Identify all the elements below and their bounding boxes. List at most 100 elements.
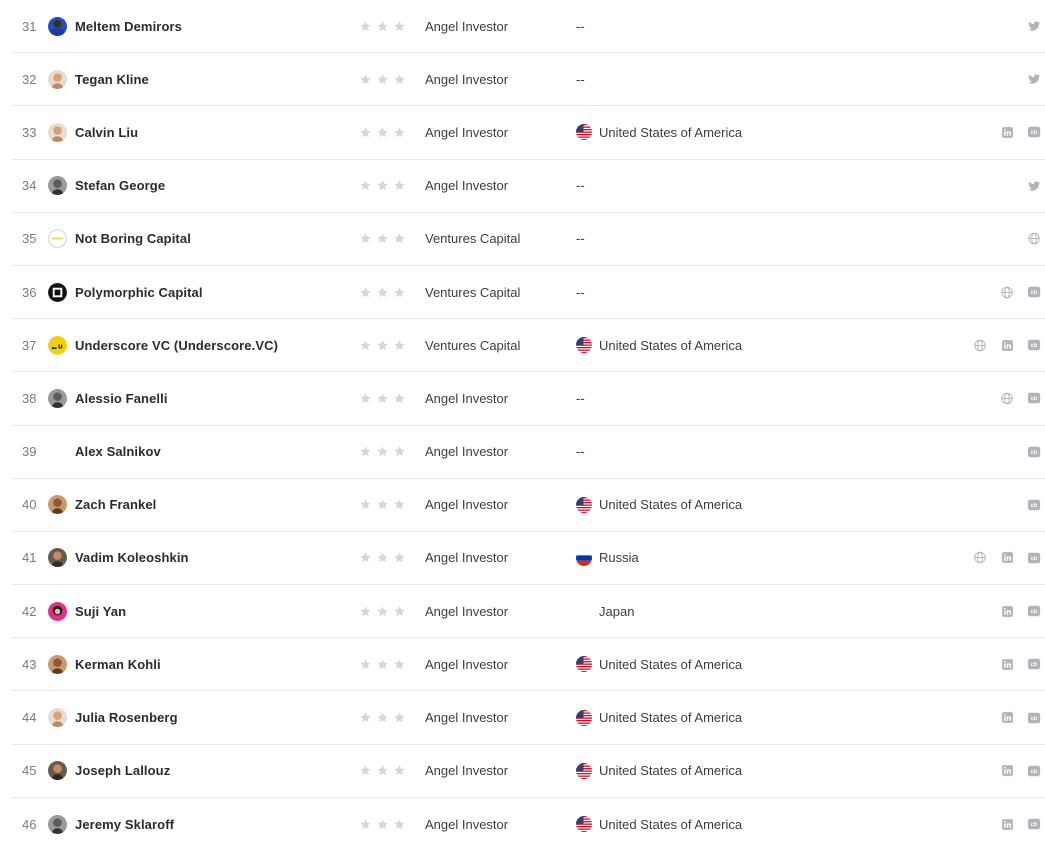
star-icon[interactable] bbox=[359, 392, 372, 405]
crunchbase-icon[interactable]: cb bbox=[1027, 445, 1041, 459]
star-icon[interactable] bbox=[393, 711, 406, 724]
linkedin-icon[interactable] bbox=[1000, 604, 1014, 618]
table-row[interactable]: 42 Suji Yan Angel Investor Japan cb bbox=[12, 585, 1045, 639]
star-rating[interactable] bbox=[359, 479, 406, 531]
star-icon[interactable] bbox=[376, 764, 389, 777]
star-rating[interactable] bbox=[359, 532, 406, 584]
star-icon[interactable] bbox=[359, 126, 372, 139]
website-icon[interactable] bbox=[1000, 391, 1014, 405]
star-icon[interactable] bbox=[393, 392, 406, 405]
star-rating[interactable] bbox=[359, 53, 406, 105]
star-icon[interactable] bbox=[393, 232, 406, 245]
star-rating[interactable] bbox=[359, 160, 406, 212]
star-icon[interactable] bbox=[376, 126, 389, 139]
star-icon[interactable] bbox=[393, 818, 406, 831]
star-icon[interactable] bbox=[359, 498, 372, 511]
crunchbase-icon[interactable]: cb bbox=[1027, 498, 1041, 512]
star-icon[interactable] bbox=[376, 339, 389, 352]
star-icon[interactable] bbox=[393, 445, 406, 458]
star-icon[interactable] bbox=[359, 818, 372, 831]
table-row[interactable]: 32 Tegan Kline Angel Investor -- bbox=[12, 53, 1045, 107]
twitter-icon[interactable] bbox=[1027, 19, 1041, 33]
star-rating[interactable] bbox=[359, 798, 406, 851]
star-icon[interactable] bbox=[376, 73, 389, 86]
star-rating[interactable] bbox=[359, 426, 406, 478]
website-icon[interactable] bbox=[973, 338, 987, 352]
crunchbase-icon[interactable]: cb bbox=[1027, 711, 1041, 725]
linkedin-icon[interactable] bbox=[1000, 711, 1014, 725]
linkedin-icon[interactable] bbox=[1000, 817, 1014, 831]
star-rating[interactable] bbox=[359, 213, 406, 265]
crunchbase-icon[interactable]: cb bbox=[1027, 604, 1041, 618]
star-rating[interactable] bbox=[359, 745, 406, 797]
star-icon[interactable] bbox=[393, 339, 406, 352]
table-row[interactable]: 37 u Underscore VC (Underscore.VC) Ventures… bbox=[12, 319, 1045, 373]
investor-name-link[interactable]: Stefan George bbox=[75, 160, 165, 212]
star-icon[interactable] bbox=[393, 605, 406, 618]
star-icon[interactable] bbox=[359, 658, 372, 671]
investor-name-link[interactable]: Julia Rosenberg bbox=[75, 691, 178, 743]
crunchbase-icon[interactable]: cb bbox=[1027, 285, 1041, 299]
star-icon[interactable] bbox=[393, 286, 406, 299]
star-icon[interactable] bbox=[359, 551, 372, 564]
star-icon[interactable] bbox=[393, 126, 406, 139]
investor-name-link[interactable]: Calvin Liu bbox=[75, 106, 138, 158]
star-icon[interactable] bbox=[393, 551, 406, 564]
website-icon[interactable] bbox=[1000, 285, 1014, 299]
star-rating[interactable] bbox=[359, 0, 406, 52]
twitter-icon[interactable] bbox=[1027, 72, 1041, 86]
star-icon[interactable] bbox=[376, 711, 389, 724]
table-row[interactable]: 34 Stefan George Angel Investor -- bbox=[12, 160, 1045, 213]
crunchbase-icon[interactable]: cb bbox=[1027, 338, 1041, 352]
star-icon[interactable] bbox=[359, 20, 372, 33]
table-row[interactable]: 46 Jeremy Sklaroff Angel Investor United St… bbox=[12, 798, 1045, 851]
crunchbase-icon[interactable]: cb bbox=[1027, 551, 1041, 565]
crunchbase-icon[interactable]: cb bbox=[1027, 125, 1041, 139]
investor-name-link[interactable]: Joseph Lallouz bbox=[75, 745, 170, 797]
table-row[interactable]: 43 Kerman Kohli Angel Investor United State… bbox=[12, 638, 1045, 692]
star-icon[interactable] bbox=[359, 445, 372, 458]
star-rating[interactable] bbox=[359, 372, 406, 424]
investor-name-link[interactable]: Jeremy Sklaroff bbox=[75, 798, 174, 851]
star-icon[interactable] bbox=[376, 20, 389, 33]
star-icon[interactable] bbox=[359, 764, 372, 777]
star-icon[interactable] bbox=[376, 179, 389, 192]
star-icon[interactable] bbox=[393, 73, 406, 86]
website-icon[interactable] bbox=[973, 551, 987, 565]
investor-name-link[interactable]: Tegan Kline bbox=[75, 53, 149, 105]
table-row[interactable]: 45 Joseph Lallouz Angel Investor United Sta… bbox=[12, 745, 1045, 798]
star-icon[interactable] bbox=[359, 73, 372, 86]
star-icon[interactable] bbox=[376, 658, 389, 671]
table-row[interactable]: 41 Vadim Koleoshkin Angel Investor Russia cb bbox=[12, 532, 1045, 586]
crunchbase-icon[interactable]: cb bbox=[1027, 764, 1041, 778]
table-row[interactable]: 36 Polymorphic Capital Ventures Capital -- c… bbox=[12, 266, 1045, 320]
star-icon[interactable] bbox=[359, 232, 372, 245]
star-icon[interactable] bbox=[376, 392, 389, 405]
investor-name-link[interactable]: Not Boring Capital bbox=[75, 213, 191, 265]
investor-name-link[interactable]: Zach Frankel bbox=[75, 479, 156, 531]
table-row[interactable]: 38 Alessio Fanelli Angel Investor -- cb bbox=[12, 372, 1045, 426]
crunchbase-icon[interactable]: cb bbox=[1027, 657, 1041, 671]
investor-name-link[interactable]: Alessio Fanelli bbox=[75, 372, 168, 424]
star-icon[interactable] bbox=[376, 498, 389, 511]
star-icon[interactable] bbox=[393, 498, 406, 511]
star-rating[interactable] bbox=[359, 319, 406, 371]
star-icon[interactable] bbox=[393, 658, 406, 671]
linkedin-icon[interactable] bbox=[1000, 764, 1014, 778]
star-icon[interactable] bbox=[359, 179, 372, 192]
star-icon[interactable] bbox=[376, 551, 389, 564]
table-row[interactable]: 39 Alex Salnikov Angel Investor -- cb bbox=[12, 426, 1045, 479]
star-rating[interactable] bbox=[359, 266, 406, 318]
investor-name-link[interactable]: Underscore VC (Underscore.VC) bbox=[75, 319, 278, 371]
star-icon[interactable] bbox=[376, 818, 389, 831]
investor-name-link[interactable]: Suji Yan bbox=[75, 585, 126, 637]
star-icon[interactable] bbox=[393, 20, 406, 33]
star-icon[interactable] bbox=[376, 232, 389, 245]
investor-name-link[interactable]: Alex Salnikov bbox=[75, 426, 161, 478]
star-icon[interactable] bbox=[359, 339, 372, 352]
linkedin-icon[interactable] bbox=[1000, 125, 1014, 139]
investor-name-link[interactable]: Polymorphic Capital bbox=[75, 266, 203, 318]
table-row[interactable]: 33 Calvin Liu Angel Investor United States … bbox=[12, 106, 1045, 160]
star-rating[interactable] bbox=[359, 638, 406, 690]
linkedin-icon[interactable] bbox=[1000, 657, 1014, 671]
